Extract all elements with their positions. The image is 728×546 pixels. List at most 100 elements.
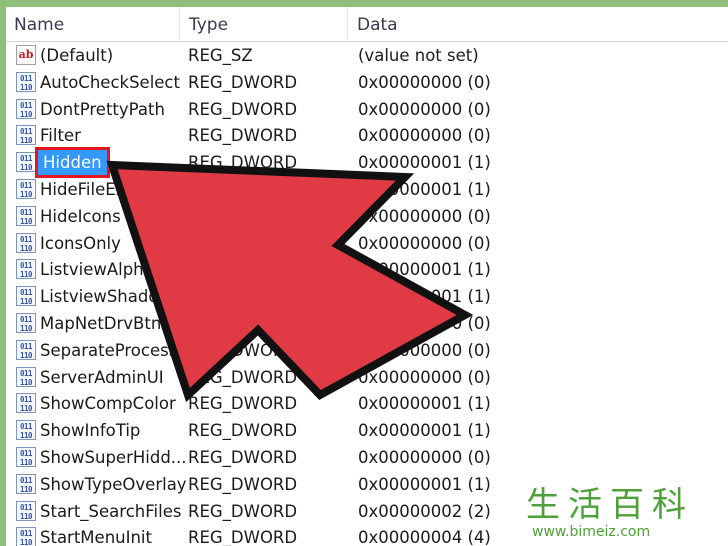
value-data: 0x00000001 (1) [358,421,491,441]
registry-value-row[interactable]: 011 110 MapNetDrvBtn REG_DWORD 0x00000000 (… [6,310,728,337]
registry-value-row[interactable]: 011 110 SeparateProcess REG_DWORD 0x0000000… [6,337,728,364]
registry-value-row[interactable]: 011 110 DontPrettyPath REG_DWORD 0x00000000… [6,96,728,123]
registry-value-row[interactable]: 011 110 ListviewAlphaSe... REG_DWORD 0x0000… [6,256,728,283]
registry-value-row[interactable]: 011 110 HideFileExt REG_DWORD 0x00000001 (1… [6,176,728,203]
registry-value-row[interactable]: 011 110 ListviewShadow REG_DWORD 0x00000001… [6,283,728,310]
dword-value-icon: 011 110 [16,125,36,146]
registry-value-row[interactable]: 011 110 ShowSuperHidd... REG_DWORD 0x000000… [6,444,728,471]
dword-value-icon: 011 110 [16,393,36,414]
dword-value-icon: 011 110 [16,71,36,92]
value-data: 0x00000000 (0) [358,72,491,92]
value-type: REG_DWORD [188,474,298,494]
registry-value-row[interactable]: 011 110 Filter REG_DWORD 0x00000000 (0) [6,122,728,149]
value-name: SeparateProcess [40,340,178,360]
value-type: REG_DWORD [188,287,298,307]
value-name: Filter [40,126,81,146]
value-name: ServerAdminUI [40,367,164,387]
registry-value-row[interactable]: ab (Default) REG_SZ (value not set) [6,42,728,69]
dword-value-icon: 011 110 [16,420,36,441]
string-value-icon: ab [16,45,36,65]
value-type: REG_DWORD [188,99,298,119]
value-data: 0x00000001 (1) [358,153,491,173]
value-name: StartMenuInit [40,528,152,546]
dword-value-icon: 011 110 [16,500,36,521]
value-name: DontPrettyPath [40,99,165,119]
dword-value-icon: 011 110 [16,178,36,199]
value-name: ShowCompColor [40,394,176,414]
value-type: REG_DWORD [188,501,298,521]
value-data: 0x00000000 (0) [358,313,491,333]
value-type: REG_DWORD [188,367,298,387]
value-data: 0x00000001 (1) [358,260,491,280]
registry-value-row[interactable]: 011 110 ShowInfoTip REG_DWORD 0x00000001 (1… [6,417,728,444]
value-name: ListviewShadow [40,287,172,307]
dword-value-icon: 011 110 [16,473,36,494]
value-type: REG_DWORD [188,206,298,226]
watermark-logo-text: 生活百科 [526,485,694,525]
column-header-data[interactable]: Data [349,7,728,41]
value-name: HideIcons [40,206,121,226]
dword-value-icon: 011 110 [16,339,36,360]
value-type: REG_DWORD [188,394,298,414]
value-data: 0x00000000 (0) [358,126,491,146]
value-data: 0x00000000 (0) [358,367,491,387]
value-type: REG_DWORD [188,313,298,333]
registry-value-row[interactable]: 011 110 Hidden REG_DWORD 0x00000001 (1) [6,147,728,179]
dword-value-icon: 011 110 [16,312,36,333]
value-data: 0x00000000 (0) [358,340,491,360]
registry-value-row[interactable]: 011 110 ServerAdminUI REG_DWORD 0x00000000 … [6,364,728,391]
value-type: REG_DWORD [188,340,298,360]
value-name: (Default) [40,46,114,65]
value-name: HideFileExt [40,179,132,199]
dword-value-icon: 011 110 [16,527,36,546]
registry-values-pane: Name Type Data ab (Default) REG_SZ (value n… [6,7,728,546]
value-data: 0x00000000 (0) [358,99,491,119]
value-name: MapNetDrvBtn [40,313,162,333]
value-data: 0x00000001 (1) [358,394,491,414]
value-name: ShowSuperHidd... [40,447,187,467]
value-data: 0x00000001 (1) [358,474,491,494]
value-data: 0x00000004 (4) [358,528,491,546]
value-data: 0x00000001 (1) [358,287,491,307]
value-type: REG_DWORD [188,447,298,467]
dword-value-icon: 011 110 [16,152,36,173]
value-name: AutoCheckSelect [40,72,180,92]
column-header-name[interactable]: Name [6,7,180,41]
value-type: REG_DWORD [188,528,298,546]
dword-value-icon: 011 110 [16,446,36,467]
value-name: IconsOnly [40,233,121,253]
dword-value-icon: 011 110 [16,205,36,226]
dword-value-icon: 011 110 [16,366,36,387]
value-name: ShowInfoTip [40,421,141,441]
registry-value-row[interactable]: 011 110 HideIcons REG_DWORD 0x00000000 (0) [6,203,728,230]
value-data: 0x00000000 (0) [358,447,491,467]
registry-value-row[interactable]: 011 110 AutoCheckSelect REG_DWORD 0x0000000… [6,69,728,96]
registry-value-row[interactable]: 011 110 ShowCompColor REG_DWORD 0x00000001 … [6,390,728,417]
value-type: REG_DWORD [188,72,298,92]
dword-value-icon: 011 110 [16,286,36,307]
registry-value-list: ab (Default) REG_SZ (value not set) 011 110 A… [6,42,728,546]
list-header: Name Type Data [6,7,728,42]
dword-value-icon: 011 110 [16,98,36,119]
value-type: REG_DWORD [188,421,298,441]
value-name: Hidden [35,147,110,179]
value-data: 0x00000001 (1) [358,179,491,199]
value-name: ShowTypeOverlay [40,474,187,494]
column-header-type[interactable]: Type [181,7,348,41]
value-type: REG_SZ [188,46,253,65]
value-type: REG_DWORD [188,179,298,199]
value-name: ListviewAlphaSe... [40,260,191,280]
value-data: 0x00000000 (0) [358,233,491,253]
value-type: REG_DWORD [188,153,298,173]
dword-value-icon: 011 110 [16,232,36,253]
registry-value-row[interactable]: 011 110 IconsOnly REG_DWORD 0x00000000 (0) [6,230,728,257]
value-type: REG_DWORD [188,233,298,253]
watermark-url: www.bimeiz.com [532,524,651,540]
value-name: Start_SearchFiles [40,501,182,521]
dword-value-icon: 011 110 [16,259,36,280]
value-type: REG_DWORD [188,126,298,146]
watermark: 生活百科 www.bimeiz.com [520,485,728,546]
value-data: (value not set) [358,46,479,65]
value-type: REG_DWORD [188,260,298,280]
value-data: 0x00000002 (2) [358,501,491,521]
